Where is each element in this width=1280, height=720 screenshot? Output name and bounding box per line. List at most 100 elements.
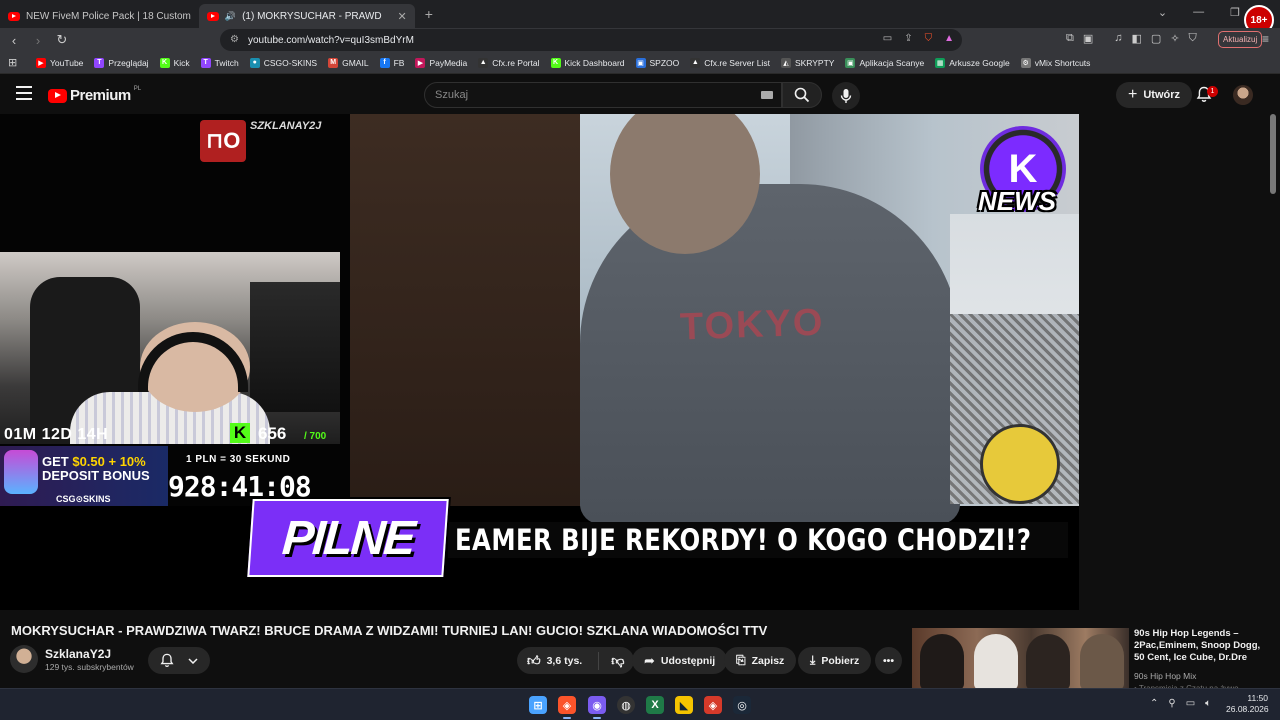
youtube-premium-logo[interactable]: Premium PL [48,86,141,104]
bookmark-favicon-icon: ▦ [935,57,946,68]
sidebar-icon[interactable]: ◧ [1132,32,1142,45]
bookmark-item[interactable]: ● CSGO-SKINS [249,57,317,68]
reload-button[interactable]: ↻ [52,32,72,48]
close-tab-icon[interactable]: ✕ [398,10,407,23]
bookmark-item[interactable]: K Kick [159,57,190,68]
guest-camera-feed: TOKYO [350,114,1079,524]
location-icon[interactable]: ⚲ [1168,698,1175,709]
share-arrow-icon: ➦ [644,652,655,668]
tab-youtube-active[interactable]: 🔊 (1) MOKRYSUCHAR - PRAWD ✕ [198,4,415,28]
search-icon [794,87,810,103]
recommended-video-thumbnail[interactable] [912,628,1129,688]
rewards-icon[interactable]: ▲ [944,33,954,44]
bookmark-item[interactable]: T Przeglądaj [94,57,149,68]
bookmark-item[interactable]: ◭ SKRYPTY [780,57,834,68]
bookmark-favicon-icon: ◭ [780,57,791,68]
bookmark-item[interactable]: ⚙ vMix Shortcuts [1020,57,1090,68]
promo-line-1: GET $0.50 + 10% [42,454,146,469]
brave-shield-icon[interactable]: ⛉ [925,33,933,44]
bookmark-label: YouTube [50,57,84,68]
browser-toolbar: ‹ › ↻ ☐ ⚙ youtube.com/watch?v=quI3smBdYr… [0,28,1280,52]
tab-search-icon[interactable]: ⌄ [1158,6,1167,19]
channel-name[interactable]: SzklanaY2J [45,647,111,661]
vpn-icon[interactable]: ⛉ [1189,32,1197,45]
volume-icon[interactable]: 🔈︎ [1205,698,1211,709]
bookmark-item[interactable]: ▲ Cfx.re Server List [690,57,770,68]
start-menu-icon[interactable]: ⊞ [529,696,547,714]
bookmark-item[interactable]: ▶ PayMedia [415,57,467,68]
bookmark-item[interactable]: K Kick Dashboard [550,57,625,68]
youtube-play-icon [48,88,67,103]
bookmark-label: FB [393,57,405,68]
bookmark-favicon-icon: ⚙ [1020,57,1031,68]
download-button[interactable]: ⤓ Pobierz [798,647,872,674]
video-player[interactable]: TOKYO K NEWS ⊓O SZKLANAY2J 01M 12D 14H K… [0,114,1079,610]
recommended-video-title[interactable]: 90s Hip Hop Legends – 2Pac,Eminem, Snoop… [1134,628,1268,664]
cast-icon[interactable]: ▭ [883,33,892,44]
kick-sub-count: 656 [258,424,287,443]
share-icon[interactable]: ⇪ [904,33,912,44]
bookmark-item[interactable]: ▣ SPZOO [635,57,680,68]
new-tab-button[interactable]: + [425,6,433,22]
account-avatar[interactable] [1233,85,1253,105]
search-input[interactable]: Szukaj [424,82,782,108]
minimize-button[interactable]: — [1193,6,1204,19]
bookmark-label: SPZOO [649,57,680,68]
tray-chevron-icon[interactable]: ⌃ [1150,698,1158,709]
bookmark-item[interactable]: f FB [379,57,405,68]
subathon-countdown: 01M 12D 14H [4,426,109,443]
bookmark-favicon-icon: ● [249,57,260,68]
site-info-icon[interactable]: ⚙ [230,34,239,45]
discord-icon[interactable]: ◉ [588,696,606,714]
bookmark-item[interactable]: ▦ Arkusze Google [935,57,1010,68]
window-controls: ⌄ — ❐ [1158,6,1240,19]
speaker-icon[interactable]: 🔊 [225,11,236,22]
extensions-area: ⧉ ▣ ♫ ◧ ▢ ✧ ⛉ [1066,32,1197,45]
voice-search-button[interactable] [832,82,860,110]
music-icon[interactable]: ♫ [1114,32,1122,45]
thumbs-down-icon[interactable]: 👎︎ [611,653,624,669]
update-button[interactable]: Aktualizuj [1218,31,1263,48]
channel-watermark: SZKLANAY2J [250,120,322,132]
excel-icon[interactable]: X [646,696,664,714]
obs-icon[interactable]: ◍ [617,696,635,714]
tab-fivem[interactable]: NEW FiveM Police Pack | 18 Custom [0,4,199,28]
create-button[interactable]: + Utwórz [1116,82,1193,108]
menu-icon[interactable]: ≡ [1262,32,1269,46]
address-bar[interactable]: ⚙ youtube.com/watch?v=quI3smBdYrM ▭ ⇪ ⛉ … [220,29,962,51]
guide-menu-icon[interactable] [16,86,32,100]
channel-avatar[interactable] [10,645,38,673]
bookmark-item[interactable]: M GMAIL [328,57,369,68]
subscribed-button[interactable] [148,647,210,674]
video-title: MOKRYSUCHAR - PRAWDZIWA TWARZ! BRUCE DRA… [11,623,768,638]
search-button[interactable] [782,82,822,108]
leo-ai-icon[interactable]: ✧ [1170,32,1179,45]
maximize-button[interactable]: ❐ [1230,6,1240,19]
more-horizontal-icon: ••• [882,654,895,667]
bookmark-item[interactable]: ▶ YouTube [36,57,84,68]
back-button[interactable]: ‹ [4,33,24,48]
screenshot-icon[interactable]: ▣ [1083,32,1093,45]
wallet-icon[interactable]: ▢ [1151,32,1161,45]
like-button[interactable]: 👍︎ 3,6 tys. 👎︎ [517,647,635,674]
brave-alt-icon[interactable]: ◈ [704,696,722,714]
bookmark-favicon-icon: ▶ [415,57,426,68]
network-icon[interactable]: ▭ [1186,698,1195,709]
bookmark-item[interactable]: T Twitch [200,57,239,68]
youtube-masthead: Premium PL Szukaj + Utwórz [0,74,1280,114]
brave-browser-icon[interactable]: ◈ [558,696,576,714]
apps-grid-icon[interactable]: ⊞ [8,56,22,69]
page-scrollbar[interactable] [1270,114,1276,194]
taskbar-clock[interactable]: 11:50 26.08.2026 [1226,693,1269,715]
bookmark-item[interactable]: ▲ Cfx.re Portal [478,57,540,68]
recommended-video-channel[interactable]: 90s Hip Hop Mix [1134,671,1196,681]
forward-button[interactable]: › [28,33,48,48]
keyboard-icon[interactable] [761,91,773,99]
bookmark-item[interactable]: ▣ Aplikacja Scanye [845,57,924,68]
save-button[interactable]: ⎘ Zapisz [724,647,797,674]
sticky-app-icon[interactable]: ◣ [675,696,693,714]
share-button[interactable]: ➦ Udostępnij [632,647,728,674]
extensions-icon[interactable]: ⧉ [1066,32,1074,45]
more-actions-button[interactable]: ••• [875,647,902,674]
steam-icon[interactable]: ◎ [733,696,751,714]
